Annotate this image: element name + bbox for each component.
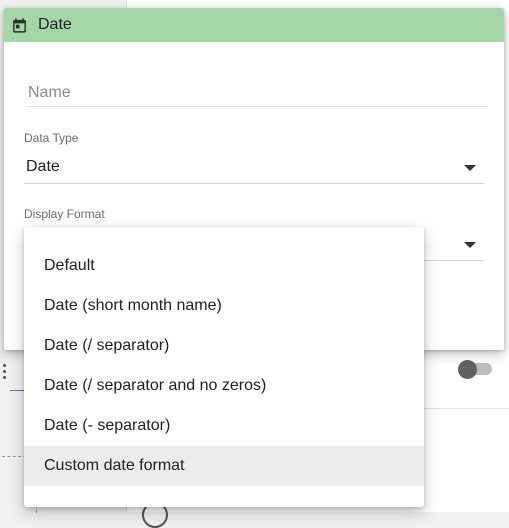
dialog-header: Date xyxy=(4,8,504,42)
background-toggle[interactable] xyxy=(458,360,494,379)
dropdown-arrow-icon xyxy=(464,165,476,171)
display-format-menu: Default Date (short month name) Date (/ … xyxy=(24,227,424,507)
calendar-icon xyxy=(11,17,28,34)
menu-item-slash-no-zeros[interactable]: Date (/ separator and no zeros) xyxy=(24,366,424,406)
toggle-knob xyxy=(458,360,477,379)
drag-handle-icon[interactable] xyxy=(2,364,8,382)
menu-item-default[interactable]: Default xyxy=(24,246,424,286)
dialog-title: Date xyxy=(38,16,72,33)
data-type-label: Data Type xyxy=(24,131,79,145)
name-input[interactable] xyxy=(26,80,488,107)
display-format-label: Display Format xyxy=(24,207,105,221)
data-type-value: Date xyxy=(26,158,60,175)
menu-item-custom-format[interactable]: Custom date format xyxy=(24,446,424,486)
data-type-select[interactable]: Date xyxy=(24,153,484,184)
menu-item-slash-separator[interactable]: Date (/ separator) xyxy=(24,326,424,366)
dropdown-arrow-icon xyxy=(464,242,476,248)
menu-item-dash-separator[interactable]: Date (- separator) xyxy=(24,406,424,446)
menu-item-short-month[interactable]: Date (short month name) xyxy=(24,286,424,326)
